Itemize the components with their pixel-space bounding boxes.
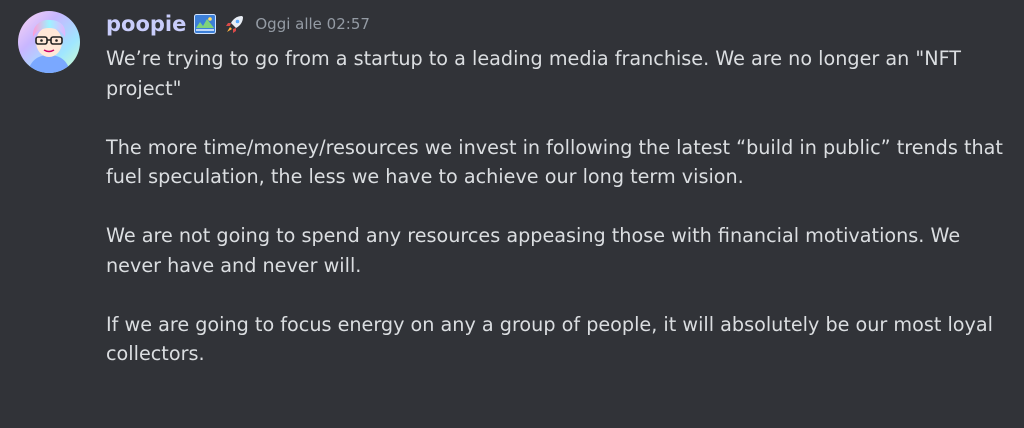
- chat-message: poopie Oggi alle 02:57 We’re trying to g…: [0, 0, 1024, 428]
- username[interactable]: poopie: [106, 13, 186, 35]
- message-paragraph: We are not going to spend any resources …: [106, 224, 961, 277]
- message-paragraph: We’re trying to go from a startup to a l…: [106, 47, 962, 100]
- map-badge-icon[interactable]: [194, 14, 217, 34]
- avatar[interactable]: [18, 11, 80, 73]
- message-content: We’re trying to go from a startup to a l…: [106, 44, 1016, 369]
- message-timestamp[interactable]: Oggi alle 02:57: [255, 16, 370, 32]
- message-header: poopie Oggi alle 02:57: [106, 8, 370, 40]
- message-paragraph: The more time/money/resources we invest …: [106, 135, 1003, 189]
- avatar-icon: [18, 11, 80, 73]
- message-paragraph: If we are going to focus energy on any a…: [106, 312, 993, 366]
- rocket-icon[interactable]: [225, 14, 245, 34]
